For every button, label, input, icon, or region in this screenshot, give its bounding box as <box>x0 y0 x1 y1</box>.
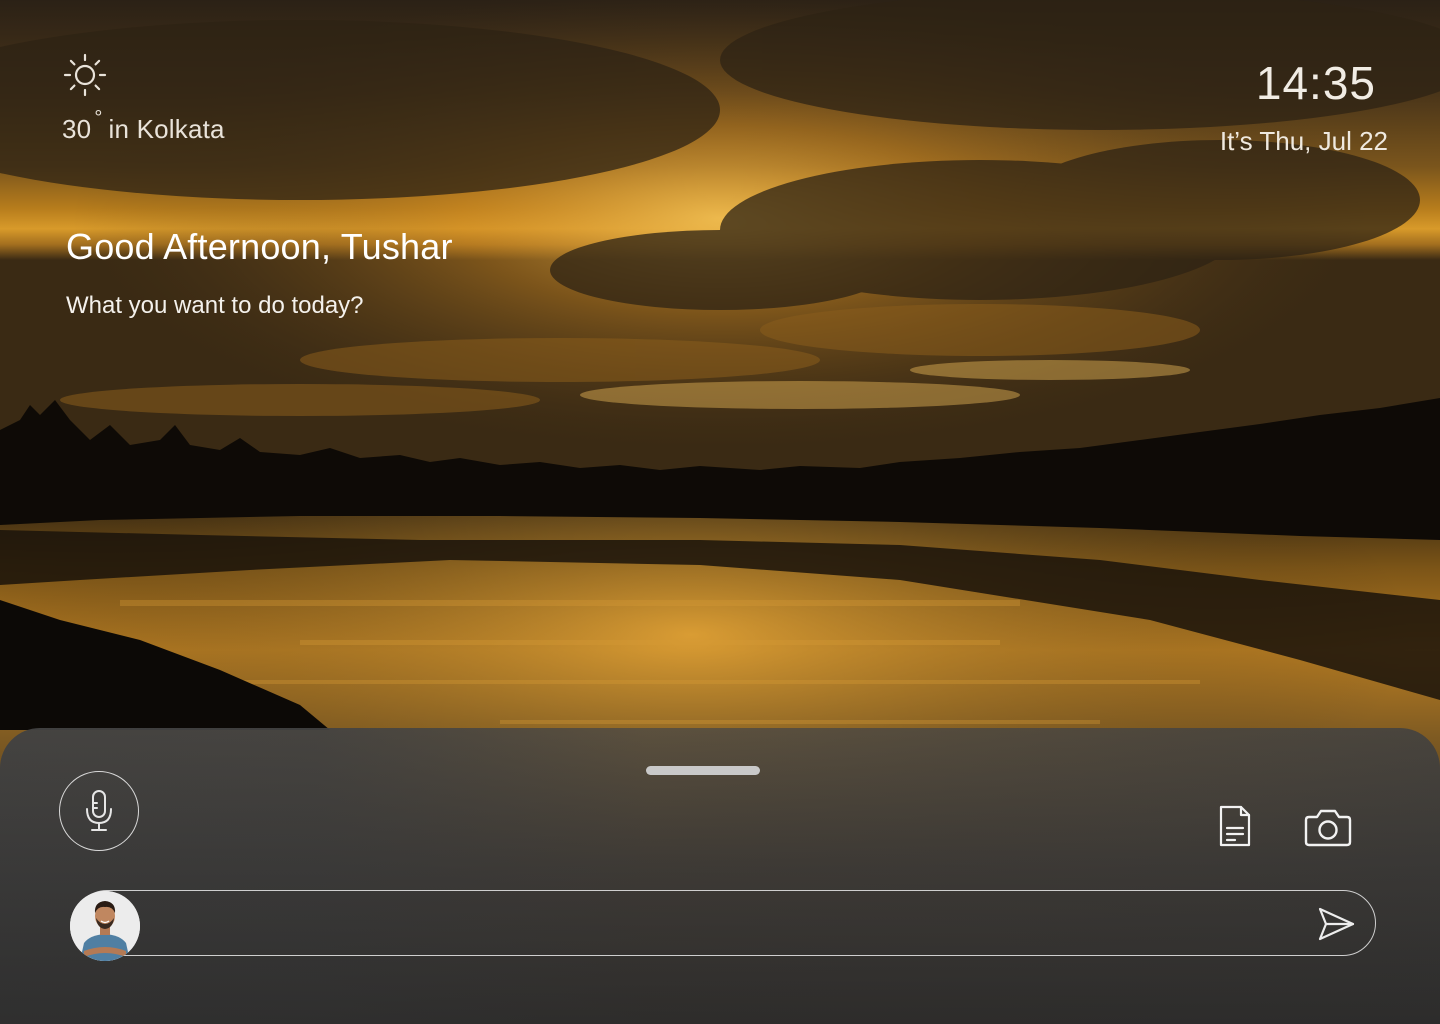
weather-location: in Kolkata <box>108 114 225 144</box>
degree-symbol: ° <box>94 107 103 129</box>
weather-widget[interactable]: 30 ° in Kolkata <box>62 52 225 145</box>
message-input[interactable] <box>155 901 1299 947</box>
attach-document-button[interactable] <box>1212 803 1258 849</box>
greeting-subtitle: What you want to do today? <box>66 292 364 319</box>
greeting-title: Good Afternoon, Tushar <box>66 226 453 267</box>
clock-date: It’s Thu, Jul 22 <box>1219 126 1388 156</box>
message-input-bar[interactable] <box>74 890 1376 956</box>
clock-widget: 14:35 It’s Thu, Jul 22 <box>1220 56 1388 157</box>
microphone-icon <box>86 790 112 831</box>
send-icon <box>1318 907 1355 941</box>
clock-time: 14:35 <box>1255 57 1376 109</box>
assistant-bottom-sheet <box>0 728 1440 1024</box>
microphone-button[interactable] <box>59 771 139 851</box>
temperature-value: 30 <box>62 114 92 144</box>
greeting-block: Good Afternoon, Tushar What you want to … <box>66 226 453 320</box>
document-icon <box>1219 805 1251 847</box>
home-screen: 30 ° in Kolkata 14:35 It’s Thu, Jul 22 Goo… <box>0 0 1440 1024</box>
camera-button[interactable] <box>1300 806 1356 850</box>
camera-icon <box>1304 809 1352 847</box>
user-avatar-photo <box>70 891 140 961</box>
send-button[interactable] <box>1314 904 1358 944</box>
user-avatar[interactable] <box>70 891 140 961</box>
sun-icon <box>63 53 107 97</box>
weather-summary: 30 ° in Kolkata <box>62 107 225 145</box>
sheet-drag-handle[interactable] <box>646 766 760 775</box>
